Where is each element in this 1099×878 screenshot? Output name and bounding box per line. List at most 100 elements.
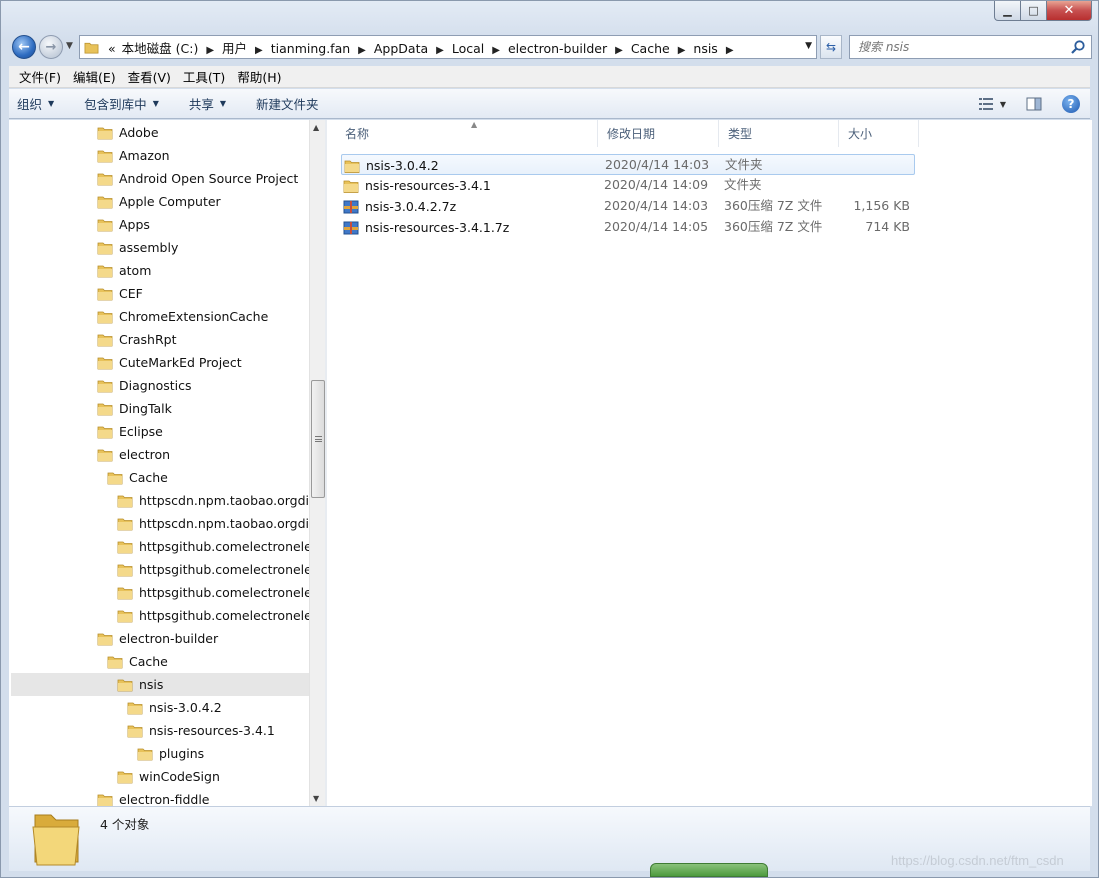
- maximize-button[interactable]: □: [1021, 1, 1047, 21]
- column-header-type[interactable]: 类型: [719, 120, 839, 147]
- tree-item[interactable]: nsis-resources-3.4.1: [127, 719, 309, 742]
- tree-item[interactable]: httpscdn.npm.taobao.orgdist: [117, 512, 309, 535]
- tree-item[interactable]: electron-fiddle: [97, 788, 309, 806]
- tree-item[interactable]: CEF: [97, 282, 309, 305]
- column-header-size[interactable]: 大小: [839, 120, 919, 147]
- scroll-up-arrow[interactable]: ▲: [313, 123, 319, 132]
- breadcrumb-item[interactable]: AppData: [371, 41, 431, 56]
- navigation-tree[interactable]: Adobe Amazon Android Open Source Project Ap…: [9, 120, 309, 806]
- refresh-button[interactable]: ⇆: [820, 35, 842, 59]
- tree-item-label: httpsgithub.comelectronelect: [139, 562, 309, 577]
- tree-item-label: electron-builder: [119, 631, 219, 646]
- column-header-name[interactable]: 名称 ▲: [336, 120, 598, 147]
- column-header-date[interactable]: 修改日期: [598, 120, 719, 147]
- breadcrumb-item[interactable]: electron-builder: [505, 41, 610, 56]
- tree-item[interactable]: httpsgithub.comelectronelect: [117, 581, 309, 604]
- file-row[interactable]: nsis-3.0.4.2 2020/4/14 14:03 文件夹: [341, 154, 915, 175]
- menu-edit[interactable]: 编辑(E): [67, 67, 122, 86]
- tree-item[interactable]: Amazon: [97, 144, 309, 167]
- file-row[interactable]: nsis-3.0.4.2.7z 2020/4/14 14:03 360压缩 7Z 文…: [341, 196, 915, 217]
- folder-icon: [127, 725, 143, 737]
- breadcrumb-separator-icon[interactable]: ▶: [721, 45, 739, 56]
- help-icon[interactable]: ?: [1062, 95, 1080, 113]
- menu-tools[interactable]: 工具(T): [177, 67, 231, 86]
- breadcrumb-item[interactable]: Cache: [628, 41, 673, 56]
- tree-item[interactable]: electron-builder: [97, 627, 309, 650]
- menu-help[interactable]: 帮助(H): [231, 67, 287, 86]
- file-row[interactable]: nsis-resources-3.4.1 2020/4/14 14:09 文件夹: [341, 175, 915, 196]
- view-options-dropdown[interactable]: ▼: [1000, 100, 1006, 109]
- preview-pane-icon[interactable]: [1026, 97, 1042, 111]
- tree-item[interactable]: Android Open Source Project: [97, 167, 309, 190]
- recent-pages-dropdown[interactable]: ▼: [66, 41, 73, 51]
- breadcrumb-item[interactable]: nsis: [690, 41, 720, 56]
- folder-icon: [97, 449, 113, 461]
- breadcrumb-item[interactable]: 用户: [219, 41, 250, 56]
- details-view-icon[interactable]: [978, 97, 994, 111]
- item-count: 4 个对象: [100, 817, 150, 832]
- breadcrumb-separator-icon[interactable]: ▶: [201, 45, 219, 56]
- tree-item[interactable]: atom: [97, 259, 309, 282]
- forward-button[interactable]: →: [39, 35, 63, 59]
- sort-ascending-icon: ▲: [471, 120, 478, 129]
- tree-item-label: nsis-resources-3.4.1: [149, 723, 275, 738]
- breadcrumb-separator-icon[interactable]: ▶: [353, 45, 371, 56]
- breadcrumb-separator-icon[interactable]: ▶: [250, 45, 268, 56]
- search-icon[interactable]: [1070, 39, 1086, 55]
- tree-item[interactable]: httpsgithub.comelectronelect: [117, 535, 309, 558]
- search-box[interactable]: [849, 35, 1092, 59]
- tree-item[interactable]: Adobe: [97, 121, 309, 144]
- tree-item[interactable]: httpscdn.npm.taobao.orgdist: [117, 489, 309, 512]
- file-date: 2020/4/14 14:05: [604, 219, 709, 234]
- tree-item[interactable]: CrashRpt: [97, 328, 309, 351]
- address-bar[interactable]: «本地磁盘 (C:) ▶ 用户 ▶ tianming.fan ▶ AppData ▶ Local…: [79, 35, 817, 59]
- tree-scrollbar[interactable]: ▲ ▼: [309, 120, 325, 806]
- folder-icon: [137, 748, 153, 760]
- close-button[interactable]: ✕: [1047, 1, 1092, 21]
- menu-file[interactable]: 文件(F): [13, 67, 67, 86]
- breadcrumb-separator-icon[interactable]: ▶: [673, 45, 691, 56]
- breadcrumb-separator-icon[interactable]: ▶: [610, 45, 628, 56]
- scroll-down-arrow[interactable]: ▼: [313, 794, 319, 803]
- include-in-library-button[interactable]: 包含到库中 ▼: [84, 94, 159, 113]
- tree-item[interactable]: httpsgithub.comelectronelect: [117, 558, 309, 581]
- tree-item[interactable]: CuteMarkEd Project: [97, 351, 309, 374]
- new-folder-button[interactable]: 新建文件夹: [256, 94, 319, 113]
- tree-item[interactable]: ChromeExtensionCache: [97, 305, 309, 328]
- folder-icon: [32, 814, 80, 866]
- tree-item[interactable]: winCodeSign: [117, 765, 309, 788]
- breadcrumb-separator-icon[interactable]: ▶: [487, 45, 505, 56]
- share-button[interactable]: 共享 ▼: [189, 94, 226, 113]
- tree-item[interactable]: Cache: [107, 650, 309, 673]
- tree-item[interactable]: plugins: [137, 742, 309, 765]
- tree-item[interactable]: Apps: [97, 213, 309, 236]
- menu-view[interactable]: 查看(V): [122, 67, 177, 86]
- folder-icon: [117, 610, 133, 622]
- tree-item[interactable]: httpsgithub.comelectronelect: [117, 604, 309, 627]
- tree-item[interactable]: Eclipse: [97, 420, 309, 443]
- tree-item[interactable]: assembly: [97, 236, 309, 259]
- organize-button[interactable]: 组织 ▼: [17, 94, 54, 113]
- tree-item[interactable]: Apple Computer: [97, 190, 309, 213]
- arrow-left-icon: ←: [18, 39, 30, 55]
- back-button[interactable]: ←: [12, 35, 36, 59]
- tree-item[interactable]: electron: [97, 443, 309, 466]
- address-dropdown-arrow[interactable]: ▼: [805, 41, 812, 51]
- tree-item-label: Cache: [129, 654, 168, 669]
- tree-item[interactable]: nsis: [11, 673, 309, 696]
- minimize-button[interactable]: ▁: [994, 1, 1021, 21]
- breadcrumb-item[interactable]: Local: [449, 41, 487, 56]
- grip-icon: [315, 436, 322, 442]
- breadcrumb-item[interactable]: «: [105, 41, 119, 56]
- tree-item[interactable]: nsis-3.0.4.2: [127, 696, 309, 719]
- tree-item-label: nsis-3.0.4.2: [149, 700, 222, 715]
- tree-item[interactable]: Diagnostics: [97, 374, 309, 397]
- tree-item[interactable]: Cache: [107, 466, 309, 489]
- tree-item[interactable]: DingTalk: [97, 397, 309, 420]
- breadcrumb-separator-icon[interactable]: ▶: [431, 45, 449, 56]
- breadcrumb-item[interactable]: 本地磁盘 (C:): [119, 41, 202, 56]
- file-row[interactable]: nsis-resources-3.4.1.7z 2020/4/14 14:05 36…: [341, 217, 915, 238]
- search-input[interactable]: [858, 40, 1058, 54]
- scrollbar-thumb[interactable]: [311, 380, 325, 498]
- breadcrumb-item[interactable]: tianming.fan: [268, 41, 353, 56]
